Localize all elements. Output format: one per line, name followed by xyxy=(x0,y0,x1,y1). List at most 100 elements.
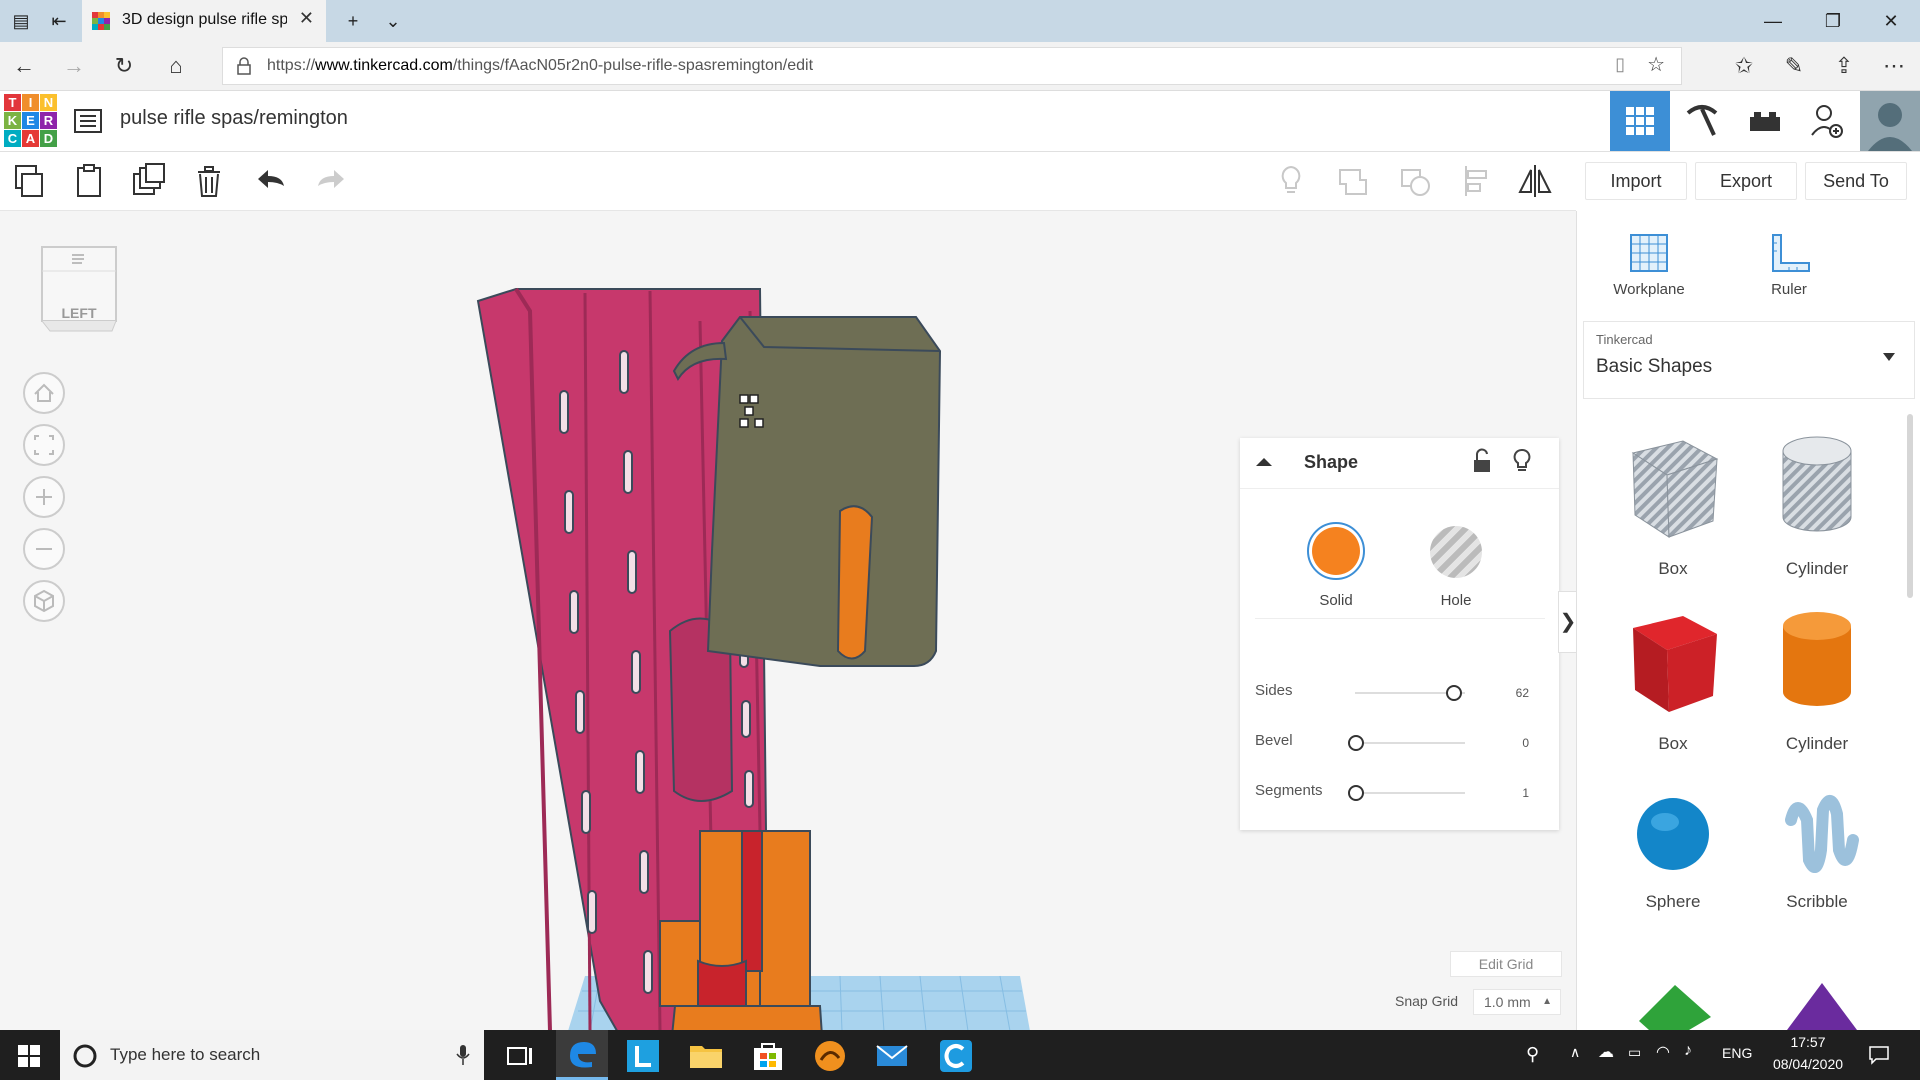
solid-button[interactable] xyxy=(1307,522,1365,580)
url-field[interactable]: https://www.tinkercad.com/things/fAacN05… xyxy=(222,47,1682,85)
tinkercad-logo[interactable]: T I N K E R C A D xyxy=(4,94,58,148)
refresh-icon[interactable]: ↻ xyxy=(110,52,138,80)
c-app-icon[interactable] xyxy=(938,1038,974,1074)
file-explorer-icon[interactable] xyxy=(688,1038,724,1074)
ungroup-icon[interactable] xyxy=(1396,162,1434,200)
favorite-star-icon[interactable]: ☆ xyxy=(1647,52,1665,77)
snap-grid-select[interactable]: 1.0 mm ▲ xyxy=(1473,989,1561,1015)
forward-icon[interactable]: → xyxy=(60,52,88,80)
hole-button[interactable] xyxy=(1430,526,1482,578)
zoom-in-icon[interactable] xyxy=(22,475,66,519)
panel-toggle-chevron-icon[interactable]: ❯ xyxy=(1558,591,1576,653)
language-indicator[interactable]: ENG xyxy=(1722,1045,1752,1061)
store-icon[interactable] xyxy=(750,1038,786,1074)
window-close-icon[interactable]: ✕ xyxy=(1878,8,1904,34)
sides-slider[interactable] xyxy=(1355,685,1465,701)
green-shape-icon[interactable] xyxy=(1629,981,1719,1030)
task-view-icon[interactable] xyxy=(502,1038,538,1074)
user-avatar[interactable] xyxy=(1860,91,1920,151)
bricks-view-button[interactable] xyxy=(1734,91,1794,151)
browser-tab[interactable]: 3D design pulse rifle sp ✕ xyxy=(82,0,326,42)
minimize-icon[interactable]: — xyxy=(1760,8,1786,34)
windows-start-icon[interactable] xyxy=(18,1045,40,1067)
shape-tile-cylinder-striped[interactable]: Cylinder xyxy=(1757,431,1877,581)
import-button[interactable]: Import xyxy=(1585,162,1687,200)
3d-model-scene[interactable] xyxy=(460,271,1100,1030)
copy-icon[interactable] xyxy=(10,162,48,200)
tab-close-icon[interactable]: ✕ xyxy=(299,8,314,29)
group-icon[interactable] xyxy=(1334,162,1372,200)
mirror-icon[interactable] xyxy=(1516,162,1554,200)
shape-tile-sphere[interactable]: Sphere xyxy=(1607,786,1727,936)
undo-icon[interactable] xyxy=(254,162,292,200)
visibility-lightbulb-icon[interactable] xyxy=(1512,448,1532,474)
show-hidden-icons-icon[interactable]: ∧ xyxy=(1570,1044,1580,1061)
sides-value[interactable]: 62 xyxy=(1516,686,1529,700)
back-icon[interactable]: ← xyxy=(10,52,38,80)
bevel-slider[interactable] xyxy=(1348,735,1465,751)
duplicate-icon[interactable] xyxy=(130,162,168,200)
bevel-slider-knob[interactable] xyxy=(1348,735,1364,751)
segments-value[interactable]: 1 xyxy=(1522,786,1529,800)
edge-taskbar-button[interactable] xyxy=(556,1030,608,1080)
bevel-value[interactable]: 0 xyxy=(1522,736,1529,750)
favorites-icon[interactable]: ✩ xyxy=(1730,52,1758,80)
shape-tile-scribble[interactable]: Scribble xyxy=(1757,786,1877,936)
design-list-icon[interactable] xyxy=(74,107,102,135)
design-title[interactable]: pulse rifle spas/remington xyxy=(120,107,348,130)
show-hidden-lightbulb-icon[interactable] xyxy=(1272,162,1310,200)
sides-slider-knob[interactable] xyxy=(1446,685,1462,701)
onedrive-icon[interactable]: ☁ xyxy=(1598,1042,1614,1062)
ruler-button[interactable]: Ruler xyxy=(1739,221,1839,311)
3d-workspace[interactable]: LEFT Shape Solid Hole Sides 62 Bevel 0 S… xyxy=(0,211,1576,1030)
mail-icon[interactable] xyxy=(874,1038,910,1074)
orange-app-icon[interactable] xyxy=(812,1038,848,1074)
wifi-icon[interactable]: ◠ xyxy=(1656,1042,1670,1062)
send-to-button[interactable]: Send To xyxy=(1805,162,1907,200)
shape-tile-box-striped[interactable]: Box xyxy=(1607,431,1727,581)
segments-slider-knob[interactable] xyxy=(1348,785,1364,801)
notifications-icon[interactable] xyxy=(1868,1045,1890,1065)
share-icon[interactable]: ⇪ xyxy=(1830,52,1858,80)
shape-tile-cylinder-orange[interactable]: Cylinder xyxy=(1757,606,1877,756)
delete-trash-icon[interactable] xyxy=(190,162,228,200)
restore-icon[interactable]: ❐ xyxy=(1820,8,1846,34)
home-icon[interactable]: ⌂ xyxy=(162,52,190,80)
volume-icon[interactable]: ♪ xyxy=(1684,1042,1692,1060)
people-icon[interactable]: ⚲ xyxy=(1526,1044,1539,1065)
paste-icon[interactable] xyxy=(70,162,108,200)
more-icon[interactable]: ⋯ xyxy=(1880,52,1908,80)
collapse-chevron-icon[interactable] xyxy=(1254,454,1274,470)
perspective-icon[interactable] xyxy=(22,579,66,623)
export-button[interactable]: Export xyxy=(1695,162,1797,200)
lock-shape-icon[interactable] xyxy=(1471,448,1493,474)
purple-pyramid-icon[interactable] xyxy=(1777,981,1867,1030)
shape-tile-box-red[interactable]: Box xyxy=(1607,606,1727,756)
logo-letter: N xyxy=(40,94,57,111)
pen-icon[interactable]: ✎ xyxy=(1780,52,1808,80)
microphone-icon[interactable] xyxy=(456,1044,470,1066)
align-icon[interactable] xyxy=(1458,162,1496,200)
tab-list-chevron-icon[interactable]: ⌄ xyxy=(380,8,406,34)
add-user-button[interactable] xyxy=(1796,91,1856,151)
shape-library-select[interactable]: Tinkercad Basic Shapes xyxy=(1583,321,1915,399)
redo-icon[interactable] xyxy=(310,162,348,200)
clock-date[interactable]: 08/04/2020 xyxy=(1766,1056,1850,1072)
clock-time[interactable]: 17:57 xyxy=(1766,1034,1850,1050)
home-view-icon[interactable] xyxy=(22,371,66,415)
panel-scrollbar[interactable] xyxy=(1907,414,1913,598)
l-app-icon[interactable] xyxy=(625,1038,661,1074)
zoom-out-icon[interactable] xyxy=(22,527,66,571)
workplane-button[interactable]: Workplane xyxy=(1599,221,1699,311)
battery-icon[interactable]: ▭ xyxy=(1628,1044,1641,1061)
edit-grid-button[interactable]: Edit Grid xyxy=(1450,951,1562,977)
tab-actions-icon[interactable]: ▤ xyxy=(8,8,34,34)
blocks-view-button[interactable] xyxy=(1672,91,1732,151)
taskbar-search-box[interactable]: Type here to search xyxy=(60,1030,484,1080)
3d-view-button[interactable] xyxy=(1610,91,1670,151)
set-aside-tabs-icon[interactable]: ⇤ xyxy=(46,8,72,34)
new-tab-icon[interactable]: + xyxy=(340,8,366,34)
segments-slider[interactable] xyxy=(1348,785,1465,801)
reading-view-icon[interactable]: ▯ xyxy=(1615,54,1625,75)
fit-view-icon[interactable] xyxy=(22,423,66,467)
